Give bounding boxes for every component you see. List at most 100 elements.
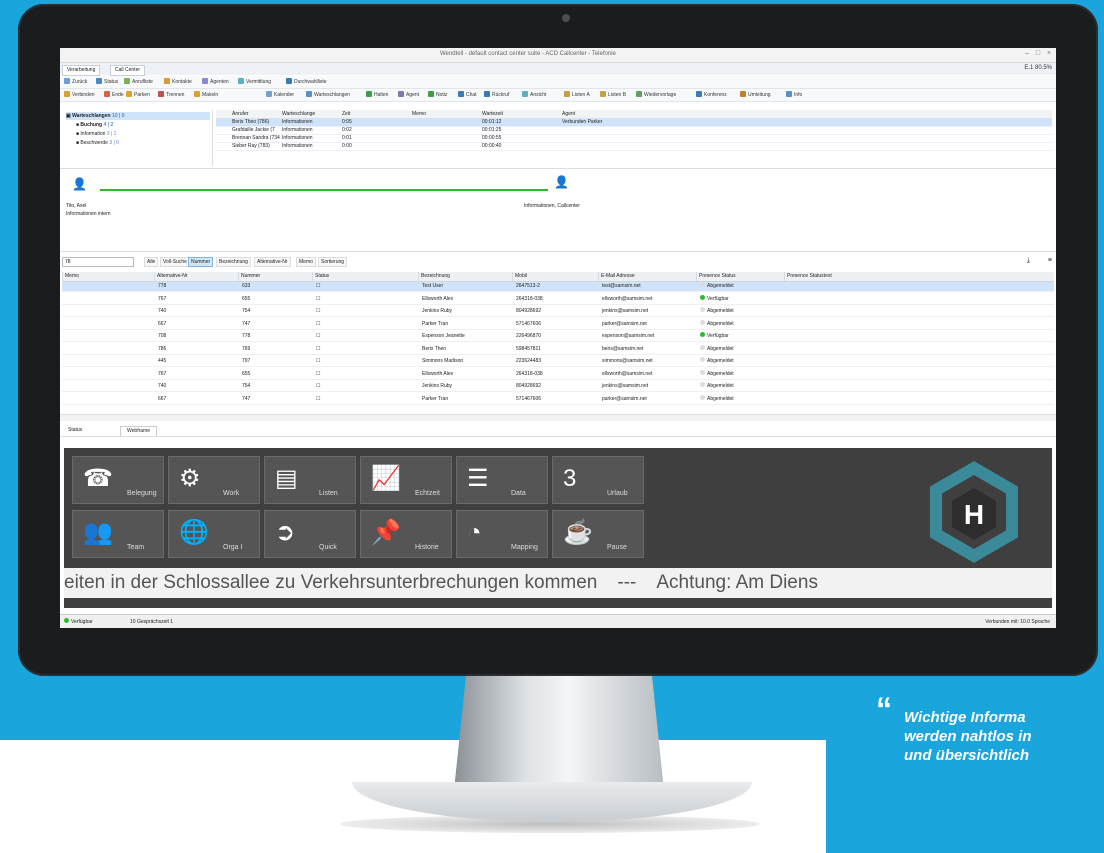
tb2-listen-a[interactable]: Listen A — [564, 91, 590, 99]
caller-name: Tito, Axel — [66, 203, 87, 209]
search-tab[interactable]: Alternative-Nr — [254, 257, 291, 267]
column-header[interactable]: Anrufer — [232, 110, 248, 118]
table-row[interactable]: 667 747 ☐ Parker Tran 571467606 parker@samsim… — [62, 319, 1054, 330]
tb2-rueckruf[interactable]: Rückruf — [484, 91, 509, 99]
tree-item[interactable]: ▣ Warteschlangen 10 | 0 — [66, 112, 210, 120]
table-row[interactable]: 786 769 ☐ Beris Theo 598457811 beris@samsim.n… — [62, 344, 1054, 355]
column-header[interactable]: Memo — [412, 110, 426, 118]
minimize-icon[interactable]: – — [1022, 50, 1032, 58]
toolbar-durchwahl[interactable]: Durchwahlliste — [286, 78, 327, 86]
tile-pause[interactable]: ☕ Pause — [552, 510, 644, 558]
tb2-ende[interactable]: Ende — [104, 91, 124, 99]
table-cell: espenson@samsim.net — [602, 333, 655, 339]
column-header[interactable]: Mobil — [512, 272, 599, 281]
tree-item[interactable]: ■ Information 3 | 1 — [76, 130, 116, 138]
tile-listen[interactable]: ▤ Listen — [264, 456, 356, 504]
column-header[interactable]: Warteschlange — [282, 110, 315, 118]
toolbar-calllist[interactable]: Anrufliste — [124, 78, 153, 86]
table-row[interactable]: 778 633 ☐ Test User 2647513-2 test@samsim.net… — [62, 282, 1054, 292]
tb2-chat[interactable]: Chat — [458, 91, 477, 99]
toolbar-back[interactable]: Zurück — [64, 78, 87, 86]
table-row[interactable]: 740 754 ☐ Jenkins Ruby 804928692 jenkins@sams… — [62, 382, 1054, 392]
call-row[interactable]: Sieber Ray (783) Informationen 0:00 00:0… — [216, 143, 1052, 151]
tb2-notiz[interactable]: Notiz — [428, 91, 447, 99]
tb2-umleitung[interactable]: Umleitung — [740, 91, 771, 99]
tile-historie[interactable]: 📌 Historie — [360, 510, 452, 558]
toolbar-agents[interactable]: Agenten — [202, 78, 229, 86]
tb2-agent[interactable]: Agent — [398, 91, 419, 99]
table-cell: 767 — [158, 295, 167, 302]
table-row[interactable]: 767 655 ☐ Ellsworth Alex 264318-038 ellsworth… — [62, 369, 1054, 380]
table-row[interactable]: 740 754 ☐ Jenkins Ruby 804928692 jenkins@sams… — [62, 307, 1054, 317]
column-header[interactable]: Wartezeit — [482, 110, 503, 118]
search-input[interactable]: 78 — [62, 257, 134, 267]
tile-work[interactable]: ⚙ Work — [168, 456, 260, 504]
table-cell: 747 — [242, 320, 251, 327]
tab-status[interactable]: Status — [62, 426, 88, 435]
column-header[interactable]: Zeit — [342, 110, 350, 118]
tb2-konferenz[interactable]: Konferenz — [696, 91, 727, 99]
toolbar-contacts[interactable]: Kontakte — [164, 78, 192, 86]
toolbar-vermittlung[interactable]: Vermittlung — [238, 78, 271, 86]
column-header[interactable]: Agent — [562, 110, 575, 118]
splitter[interactable] — [60, 414, 1056, 421]
call-row[interactable]: Beris Theo (786) Informationen 0:05 00:0… — [216, 119, 1052, 127]
tb2-info[interactable]: Info — [786, 91, 802, 99]
tree-item[interactable]: ■ Buchung 4 | 2 — [76, 121, 113, 129]
tb2-kalender[interactable]: Kalender — [266, 91, 294, 99]
tile-data[interactable]: ☰ Data — [456, 456, 548, 504]
tab-call-center[interactable]: Call Center — [110, 65, 146, 76]
search-tab[interactable]: Alle — [144, 257, 159, 267]
ticker-text: eiten in der Schlossallee zu Verkehrsunt… — [64, 572, 598, 593]
tab-webframe[interactable]: Webframe — [120, 426, 157, 436]
tb2-listen-b[interactable]: Listen B — [600, 91, 626, 99]
search-tab[interactable]: Bezeichnung — [216, 257, 251, 267]
tb2-parken[interactable]: Parken — [126, 91, 150, 99]
tb2-ansicht[interactable]: Ansicht — [522, 91, 546, 99]
tree-item[interactable]: ■ Beschwerde 3 | 0 — [76, 139, 119, 147]
tile-quick[interactable]: ➲ Quick — [264, 510, 356, 558]
download-icon[interactable]: ⤓ — [1027, 257, 1030, 265]
column-header[interactable]: Presence Statustext — [784, 272, 907, 281]
conference-icon — [696, 91, 702, 97]
call-row[interactable]: Brennan Sandra (734 Informationen 0:01 0… — [216, 135, 1052, 143]
tb2-makeln[interactable]: Makeln — [194, 91, 218, 99]
table-row[interactable]: 667 747 ☐ Parker Tran 571467606 parker@samsim… — [62, 394, 1054, 405]
tb2-halten[interactable]: Halten — [366, 91, 388, 99]
tb2-trennen[interactable]: Trennen — [158, 91, 184, 99]
close-icon[interactable]: × — [1044, 50, 1054, 58]
column-header[interactable]: Alternative-Nr — [154, 272, 237, 281]
tb2-wiedervorlage[interactable]: Wiedervorlage — [636, 91, 676, 99]
table-row[interactable]: 445 797 ☐ Simmons Madison 223624483 simmons@s… — [62, 357, 1054, 367]
search-tab[interactable]: Nummer — [188, 257, 214, 267]
column-header[interactable]: Nummer — [238, 272, 313, 281]
maximize-icon[interactable]: □ — [1033, 50, 1043, 58]
toolbar-status[interactable]: Status — [96, 78, 118, 86]
search-tab[interactable]: Sortierung — [318, 257, 348, 267]
options-icon[interactable]: ≡ — [1048, 257, 1052, 264]
tile-belegung[interactable]: ☎ Belegung — [72, 456, 164, 504]
table-row[interactable]: 767 655 ☐ Ellsworth Alex 264318-038 ellsworth… — [62, 294, 1054, 305]
redirect-icon — [740, 91, 746, 97]
search-tab[interactable]: Memo — [296, 257, 316, 267]
column-header[interactable]: E-Mail Adresse — [598, 272, 697, 281]
tile-mapping[interactable]: ◔ Mapping — [456, 510, 548, 558]
column-header[interactable]: Presence Status — [696, 272, 785, 281]
call-row[interactable]: Grafdaille Jackie (7 Informationen 0:02 … — [216, 127, 1052, 135]
presence-dot-icon — [700, 394, 705, 400]
column-header[interactable]: Memo — [62, 272, 155, 281]
table-cell: jenkins@samsim.net — [602, 308, 649, 314]
tb2-warteschlangen[interactable]: Warteschlangen — [306, 91, 350, 99]
tile-orga-i[interactable]: 🌐 Orga I — [168, 510, 260, 558]
tb2-verbinden[interactable]: Verbinden — [64, 91, 95, 99]
table-row[interactable]: 708 778 ☐ Espenson Jeanette 226496870 espenso… — [62, 332, 1054, 342]
column-header[interactable]: Bezeichnung — [418, 272, 513, 281]
tile-team[interactable]: 👥 Team — [72, 510, 164, 558]
tile-echtzeit[interactable]: 📈 Echtzeit — [360, 456, 452, 504]
tile-urlaub[interactable]: 3 Urlaub — [552, 456, 644, 504]
search-tab[interactable]: Voll-Suche — [160, 257, 190, 267]
presence-cell: Abgemeldet — [700, 282, 734, 291]
column-header[interactable]: Status — [312, 272, 419, 281]
tab-verarbeitung[interactable]: Verarbeitung — [62, 65, 101, 76]
table-cell: Jenkins Ruby — [422, 308, 453, 314]
